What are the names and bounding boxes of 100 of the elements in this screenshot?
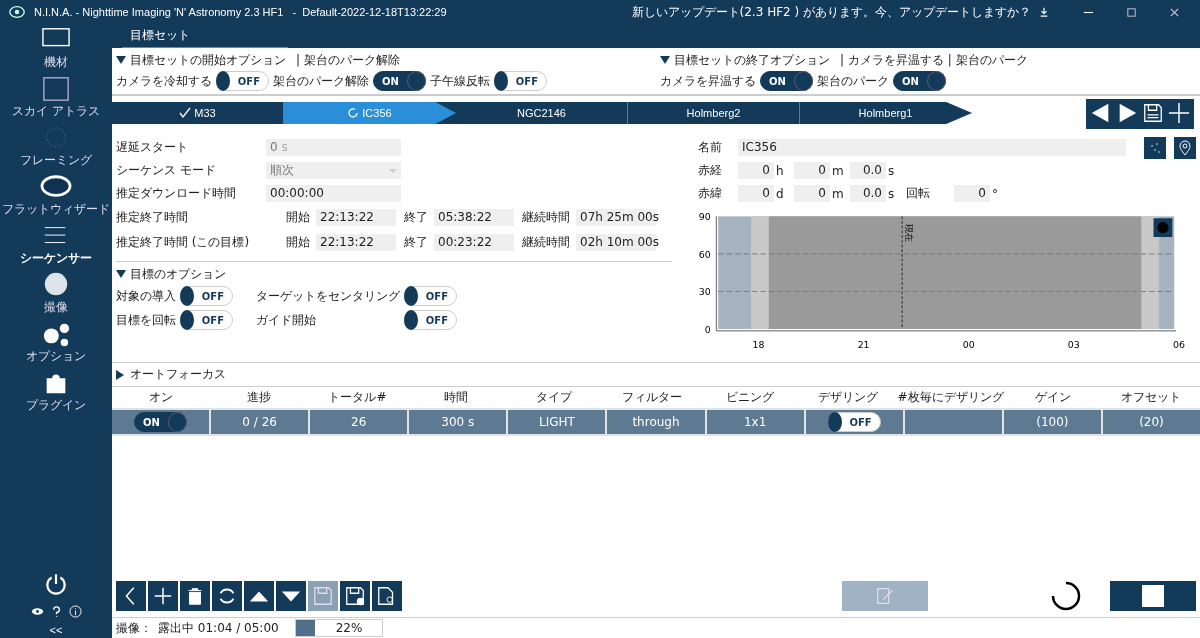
download-icon[interactable] bbox=[1039, 7, 1049, 17]
toggle-switch[interactable]: OFF bbox=[404, 286, 457, 306]
input-field[interactable]: 0 bbox=[794, 162, 830, 179]
field-label: 開始 bbox=[286, 234, 311, 251]
sidebar-item[interactable]: 機材 bbox=[0, 24, 112, 73]
column-header: #枚毎にデザリング bbox=[897, 389, 1004, 406]
input-field[interactable]: 0.0 bbox=[850, 162, 886, 179]
input-field[interactable]: 0 bbox=[954, 185, 990, 202]
toggle-label: 架台のパーク解除 bbox=[273, 72, 369, 90]
open-file-icon[interactable] bbox=[372, 581, 402, 611]
add-icon[interactable] bbox=[1168, 102, 1190, 124]
input-field[interactable]: 0.0 bbox=[850, 185, 886, 202]
sidebar-item[interactable]: スカイ アトラス bbox=[0, 73, 112, 122]
now-label: 現在 bbox=[903, 223, 915, 242]
save-icon[interactable] bbox=[1142, 102, 1164, 124]
collapse-icon[interactable] bbox=[116, 270, 126, 278]
time-value: 22:13:22 bbox=[316, 209, 396, 226]
input-field[interactable]: 0 bbox=[794, 185, 830, 202]
column-header: オン bbox=[148, 389, 175, 406]
toggle-switch[interactable]: OFF bbox=[404, 310, 457, 330]
column-header: ビニング bbox=[725, 389, 776, 406]
input-field[interactable]: IC356 bbox=[738, 139, 1126, 156]
target-step[interactable]: Holmberg1 bbox=[800, 102, 972, 124]
axis-label: 90 bbox=[698, 211, 711, 223]
column-header: ゲイン bbox=[1033, 389, 1072, 406]
section-header[interactable]: オートフォーカス bbox=[130, 366, 226, 383]
column-header: デザリング bbox=[817, 389, 880, 406]
location-button[interactable] bbox=[1174, 136, 1196, 159]
toggle-switch[interactable]: OFF bbox=[494, 71, 547, 91]
expand-icon[interactable] bbox=[116, 369, 124, 380]
stop-button[interactable] bbox=[1110, 581, 1196, 611]
table-cell: LIGHT bbox=[508, 410, 606, 434]
axis-label: 06 bbox=[1172, 338, 1185, 350]
table-cell: (20) bbox=[1102, 410, 1200, 434]
unit-label: ° bbox=[991, 186, 999, 201]
trash-icon[interactable] bbox=[180, 581, 210, 611]
column-header: トータル# bbox=[327, 389, 388, 406]
axis-label: 30 bbox=[698, 286, 711, 298]
sidebar-item[interactable]: フラットウィザード bbox=[0, 171, 112, 220]
sky-button[interactable] bbox=[1144, 136, 1166, 159]
window-title: N.I.N.A. - Nighttime Imaging 'N' Astronomy 2.3 HF1 - Default-2022-12-18T13:22:29 bbox=[34, 6, 448, 18]
toggle-switch[interactable]: ON bbox=[893, 71, 946, 91]
axis-label: 21 bbox=[857, 338, 870, 350]
info-icon[interactable] bbox=[68, 605, 82, 618]
toggle-switch[interactable]: OFF bbox=[216, 71, 269, 91]
field-label: 継続時間 bbox=[522, 209, 571, 226]
section-header[interactable]: 目標セットの終了オプション bbox=[674, 51, 830, 69]
eye-icon[interactable] bbox=[30, 605, 44, 618]
column-header: オフセット bbox=[1119, 389, 1182, 406]
update-notice[interactable]: 新しいアップデート(2.3 HF2 ) があります。今、アップデートしますか？ bbox=[631, 3, 1031, 21]
pin-icon bbox=[1177, 139, 1193, 156]
section-header[interactable]: 目標のオプション bbox=[130, 265, 226, 283]
field-label: 赤緯 bbox=[698, 185, 723, 202]
collapse-button[interactable]: << bbox=[45, 624, 67, 636]
target-step[interactable]: NGC2146 bbox=[456, 102, 628, 124]
back-icon[interactable] bbox=[116, 581, 146, 611]
sidebar-item[interactable]: 撮像 bbox=[0, 269, 112, 318]
sidebar-item[interactable]: オプション bbox=[0, 318, 112, 367]
unit-label: m bbox=[831, 163, 842, 178]
sidebar-item[interactable]: フレーミング bbox=[0, 122, 112, 171]
unit-label: d bbox=[775, 186, 785, 201]
collapse-icon[interactable] bbox=[660, 56, 670, 64]
toggle-switch[interactable]: OFF bbox=[180, 286, 233, 306]
down-icon[interactable] bbox=[276, 581, 306, 611]
field-label: 赤経 bbox=[698, 162, 723, 179]
toggle-switch[interactable]: ON bbox=[373, 71, 426, 91]
time-value: 00:23:22 bbox=[434, 234, 514, 251]
refresh-icon[interactable] bbox=[212, 581, 242, 611]
save-as-icon[interactable] bbox=[340, 581, 370, 611]
exposure-status: 露出中 01:04 / 05:00 bbox=[158, 619, 279, 637]
toggle-switch[interactable]: OFF bbox=[180, 310, 233, 330]
time-value: 22:13:22 bbox=[316, 234, 396, 251]
toggle-label: カメラを昇温する bbox=[660, 72, 756, 90]
input-field[interactable]: 00:00:00 bbox=[266, 185, 401, 202]
toggle-switch[interactable]: ON bbox=[760, 71, 813, 91]
sidebar-item[interactable]: シーケンサー bbox=[0, 220, 112, 269]
table-cell: through bbox=[607, 410, 705, 434]
input-field[interactable]: 0 bbox=[738, 162, 774, 179]
unit-label: m bbox=[831, 186, 842, 201]
sidebar-item[interactable]: プラグイン bbox=[0, 367, 112, 416]
add-icon[interactable] bbox=[148, 581, 178, 611]
column-header: タイプ bbox=[534, 389, 574, 406]
input-field[interactable]: 0 s bbox=[266, 139, 401, 156]
stop-icon bbox=[1142, 585, 1164, 607]
section-header[interactable]: 目標セットの開始オプション bbox=[130, 51, 286, 69]
maximize-icon[interactable] bbox=[1126, 6, 1137, 18]
target-step[interactable]: Holmberg2 bbox=[628, 102, 800, 124]
toggle-label: 架台のパーク bbox=[817, 72, 889, 90]
column-header: 時間 bbox=[442, 389, 469, 406]
close-icon[interactable] bbox=[1169, 6, 1180, 18]
field-label: 名前 bbox=[698, 139, 723, 156]
dropdown[interactable]: 順次 bbox=[266, 162, 401, 179]
field-label: 開始 bbox=[286, 209, 311, 226]
toggle-switch[interactable]: OFF bbox=[827, 412, 881, 432]
toggle-switch[interactable]: ON bbox=[134, 412, 188, 432]
power-icon[interactable] bbox=[43, 571, 69, 597]
field-label: 回転 bbox=[906, 185, 931, 202]
collapse-icon[interactable] bbox=[116, 56, 126, 64]
up-icon[interactable] bbox=[244, 581, 274, 611]
input-field[interactable]: 0 bbox=[738, 185, 774, 202]
